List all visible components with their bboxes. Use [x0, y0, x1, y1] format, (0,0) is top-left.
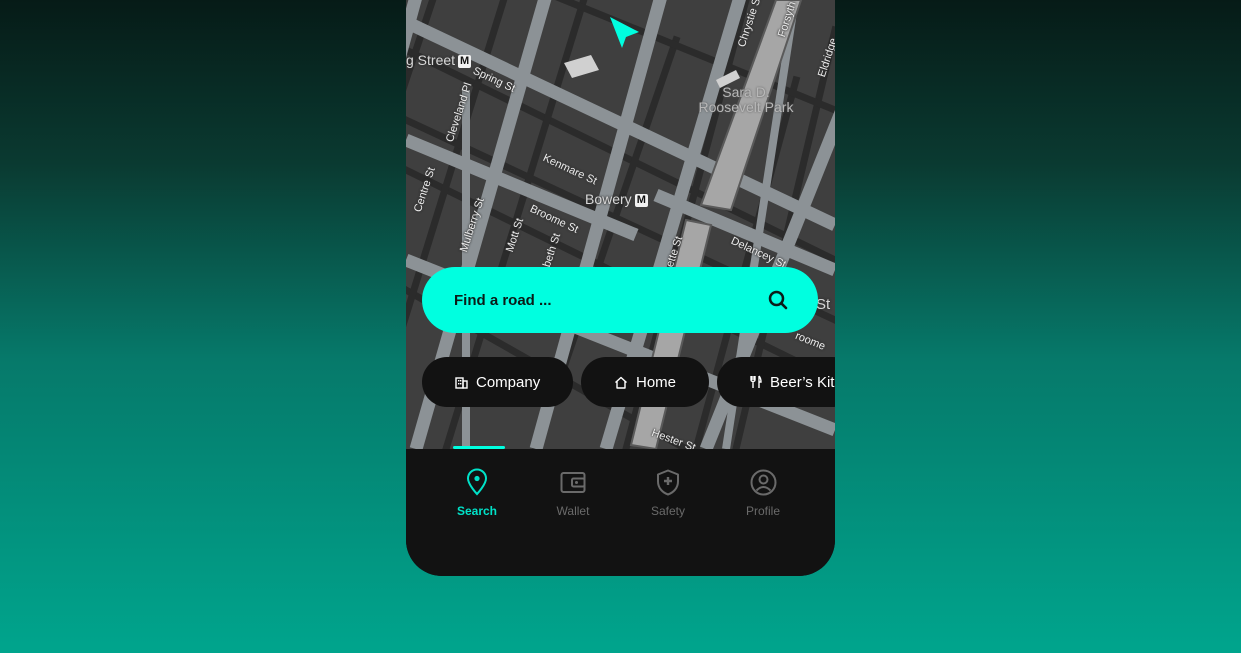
nav-item-profile[interactable]: Profile — [728, 467, 798, 518]
chip-company[interactable]: Company — [422, 357, 573, 407]
phone-frame: g Street M Bowery M Sara D. Roosevelt Park… — [406, 0, 835, 576]
bottom-navigation: Search Wallet Safety Profile — [406, 449, 835, 576]
home-icon — [614, 376, 628, 389]
building-icon — [455, 376, 468, 389]
station-label-bowery: Bowery M — [585, 191, 648, 207]
quick-destinations: Company Home Beer’s Kit — [422, 357, 835, 407]
restaurant-icon — [750, 375, 762, 389]
nav-item-search[interactable]: Search — [442, 467, 512, 518]
profile-icon — [750, 467, 777, 497]
nav-item-safety[interactable]: Safety — [633, 467, 703, 518]
station-label-street: g Street M — [406, 52, 472, 68]
chip-beers-kitchen[interactable]: Beer’s Kit — [717, 357, 835, 407]
chip-home[interactable]: Home — [581, 357, 709, 407]
park-label: Sara D. Roosevelt Park — [691, 85, 801, 115]
chip-label: Beer’s Kit — [770, 373, 835, 391]
street-label-st-right: St — [816, 296, 831, 313]
nav-label: Profile — [745, 504, 780, 518]
search-input[interactable]: Find a road ... — [454, 292, 552, 309]
metro-icon: M — [634, 194, 648, 207]
nav-label: Wallet — [556, 504, 590, 518]
nav-item-wallet[interactable]: Wallet — [538, 467, 608, 518]
park-label-line1: Sara D. — [722, 84, 770, 100]
shield-icon — [656, 467, 680, 497]
nav-label: Safety — [650, 504, 686, 518]
metro-icon: M — [458, 55, 472, 68]
chip-label: Home — [636, 373, 677, 391]
chip-label: Company — [476, 373, 541, 391]
nav-label: Search — [456, 504, 498, 518]
search-icon[interactable] — [768, 290, 788, 310]
wallet-icon — [560, 467, 586, 497]
search-bar[interactable]: Find a road ... — [422, 267, 818, 333]
park-label-line2: Roosevelt Park — [698, 99, 794, 115]
location-pin-icon — [465, 467, 489, 497]
